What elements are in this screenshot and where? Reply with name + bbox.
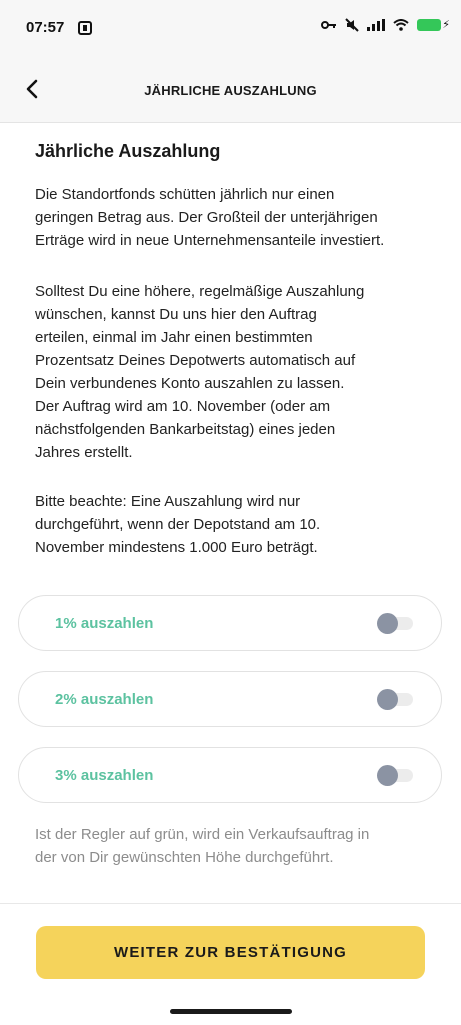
mute-icon bbox=[345, 18, 359, 32]
payout-option-3-percent[interactable]: 3% auszahlen bbox=[18, 747, 442, 803]
option-label: 1% auszahlen bbox=[55, 615, 154, 632]
instruction-paragraph: Solltest Du eine höhere, regelmäßige Aus… bbox=[35, 283, 365, 461]
payout-option-2-percent[interactable]: 2% auszahlen bbox=[18, 671, 442, 727]
payout-option-1-percent[interactable]: 1% auszahlen bbox=[18, 595, 442, 651]
app-notification-icon bbox=[78, 21, 92, 35]
status-icons: ⚡ bbox=[321, 18, 450, 32]
continue-to-confirmation-button[interactable]: WEITER ZUR BESTÄTIGUNG bbox=[36, 926, 425, 979]
switch-knob bbox=[377, 689, 398, 710]
switch-knob bbox=[377, 613, 398, 634]
intro-paragraph: Die Standortfonds schütten jährlich nur … bbox=[35, 186, 385, 249]
nav-bar: JÄHRLICHE AUSZAHLUNG bbox=[0, 56, 461, 123]
hint-text: Ist der Regler auf grün, wird ein Verkau… bbox=[35, 826, 370, 866]
toggle-switch[interactable] bbox=[377, 613, 413, 634]
wifi-icon bbox=[393, 19, 409, 31]
signal-icon bbox=[367, 19, 385, 31]
section-heading: Jährliche Auszahlung bbox=[35, 141, 221, 161]
toggle-switch[interactable] bbox=[377, 765, 413, 786]
toggle-switch[interactable] bbox=[377, 689, 413, 710]
status-bar: 07:57 ⚡ bbox=[0, 0, 461, 56]
charging-bolt-icon: ⚡ bbox=[442, 19, 450, 31]
key-icon bbox=[321, 21, 336, 29]
status-time: 07:57 bbox=[26, 19, 65, 36]
notice-paragraph: Bitte beachte: Eine Auszahlung wird nur … bbox=[35, 493, 321, 556]
footer: WEITER ZUR BESTÄTIGUNG bbox=[0, 903, 461, 1025]
switch-knob bbox=[377, 765, 398, 786]
home-indicator[interactable] bbox=[170, 1009, 292, 1014]
option-label: 2% auszahlen bbox=[55, 691, 154, 708]
main-content: Jährliche Auszahlung Die Standortfonds s… bbox=[0, 123, 461, 903]
battery-icon: ⚡ bbox=[417, 19, 450, 31]
page-title: JÄHRLICHE AUSZAHLUNG bbox=[144, 83, 317, 98]
option-label: 3% auszahlen bbox=[55, 767, 154, 784]
